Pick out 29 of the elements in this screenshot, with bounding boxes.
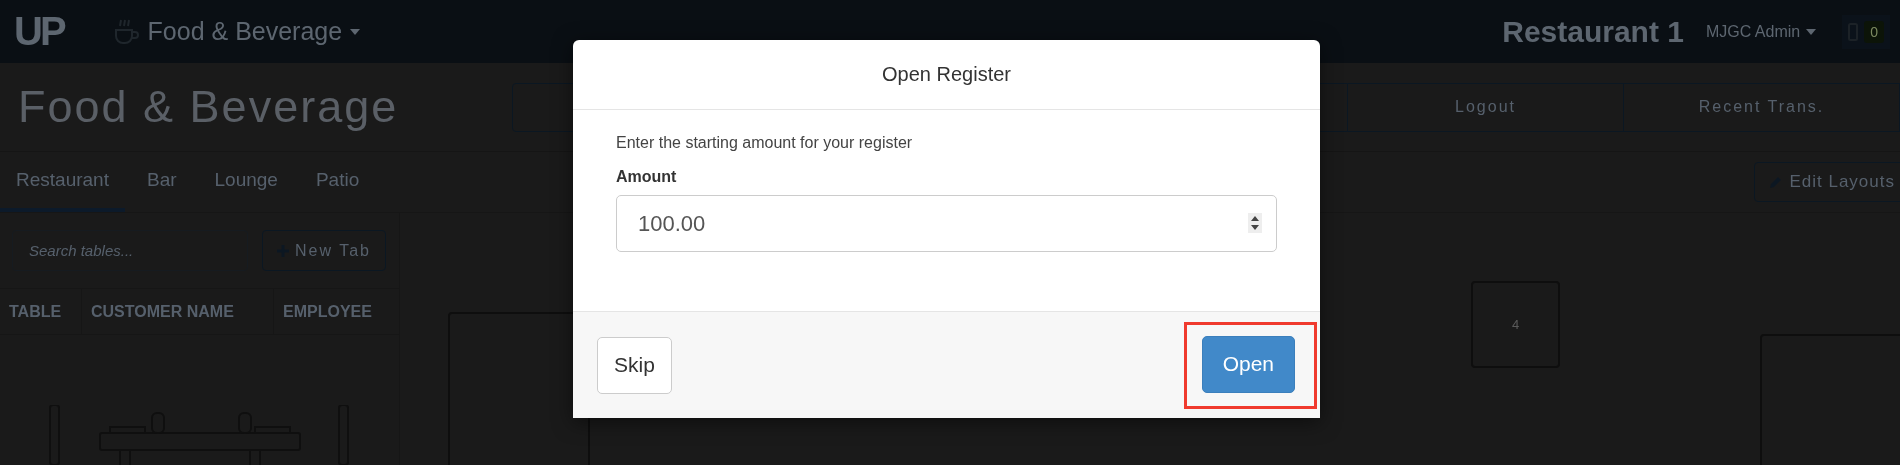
- logo[interactable]: UP: [14, 9, 64, 54]
- open-button[interactable]: Open: [1201, 335, 1295, 393]
- action-button[interactable]: Logout: [1348, 82, 1624, 132]
- skip-button[interactable]: Skip: [597, 336, 672, 394]
- amount-field[interactable]: 100.00: [616, 195, 1277, 252]
- column-header: EMPLOYEE: [274, 289, 400, 334]
- device-indicator[interactable]: 0: [1842, 14, 1890, 49]
- action-button[interactable]: Recent Trans.: [1624, 82, 1900, 132]
- spinner-icon[interactable]: [1248, 213, 1262, 233]
- module-menu[interactable]: Food & Beverage: [109, 17, 361, 46]
- tab[interactable]: Bar: [130, 152, 193, 212]
- caret-icon: [1806, 28, 1817, 35]
- column-header: TABLE: [0, 289, 82, 334]
- user-menu[interactable]: MJGC Admin: [1705, 22, 1817, 41]
- caret-icon: [350, 28, 361, 35]
- count-badge: 0: [1864, 20, 1884, 43]
- modal-title: Open Register: [882, 63, 1011, 86]
- field-label: Amount: [616, 168, 678, 186]
- location-name: Restaurant 1: [1502, 14, 1684, 49]
- modal-message: Enter the starting amount for your register: [616, 134, 914, 152]
- page-title: Food & Beverage: [18, 81, 400, 133]
- edit-layouts-button[interactable]: Edit Layouts: [1754, 162, 1900, 202]
- column-header: CUSTOMER NAME: [82, 289, 274, 334]
- search-field[interactable]: Search tables...: [12, 230, 248, 271]
- new-tab-button[interactable]: New Tab: [262, 230, 386, 271]
- tab[interactable]: Lounge: [198, 152, 294, 212]
- tab[interactable]: Patio: [299, 152, 376, 212]
- tab[interactable]: Restaurant: [0, 152, 125, 212]
- floor-table[interactable]: 4: [1471, 281, 1560, 368]
